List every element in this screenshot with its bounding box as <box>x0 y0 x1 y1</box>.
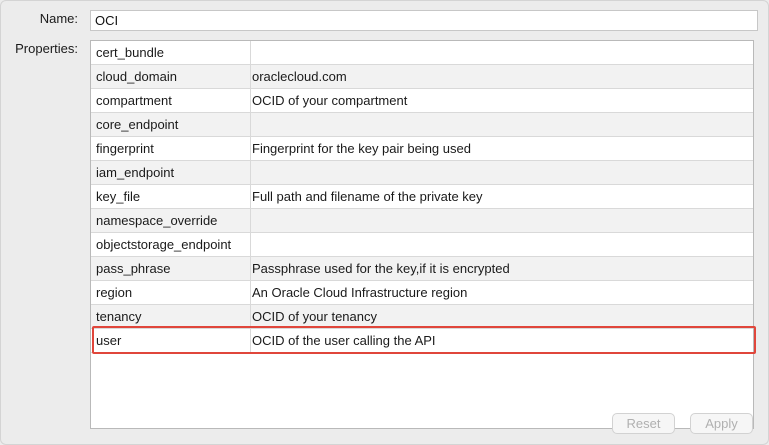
property-value[interactable]: Full path and filename of the private ke… <box>251 185 747 208</box>
property-key: cert_bundle <box>91 41 251 64</box>
property-value[interactable] <box>251 41 747 64</box>
property-key: namespace_override <box>91 209 251 232</box>
property-row-iam-endpoint[interactable]: iam_endpoint <box>91 161 753 185</box>
property-row-key-file[interactable]: key_file Full path and filename of the pr… <box>91 185 753 209</box>
property-key: objectstorage_endpoint <box>91 233 251 256</box>
property-key: core_endpoint <box>91 113 251 136</box>
property-key: key_file <box>91 185 251 208</box>
property-key: tenancy <box>91 305 251 328</box>
property-key: user <box>91 329 251 352</box>
property-key: pass_phrase <box>91 257 251 280</box>
property-key: compartment <box>91 89 251 112</box>
property-value[interactable] <box>251 209 747 232</box>
property-value[interactable] <box>251 161 747 184</box>
property-value[interactable]: OCID of the user calling the API <box>251 329 747 352</box>
property-row-objectstorage-endpoint[interactable]: objectstorage_endpoint <box>91 233 753 257</box>
property-key: cloud_domain <box>91 65 251 88</box>
name-label: Name: <box>39 11 78 26</box>
property-value[interactable] <box>251 113 747 136</box>
property-value[interactable] <box>251 233 747 256</box>
property-row-compartment[interactable]: compartment OCID of your compartment <box>91 89 753 113</box>
properties-label: Properties: <box>15 41 78 56</box>
name-input[interactable] <box>90 10 758 31</box>
property-row-pass-phrase[interactable]: pass_phrase Passphrase used for the key,i… <box>91 257 753 281</box>
property-row-tenancy[interactable]: tenancy OCID of your tenancy <box>91 305 753 329</box>
properties-table[interactable]: cert_bundle cloud_domain oraclecloud.com co… <box>90 40 754 429</box>
property-row-cloud-domain[interactable]: cloud_domain oraclecloud.com <box>91 65 753 89</box>
property-row-core-endpoint[interactable]: core_endpoint <box>91 113 753 137</box>
property-key: region <box>91 281 251 304</box>
reset-button[interactable]: Reset <box>612 413 675 434</box>
property-row-user[interactable]: user OCID of the user calling the API <box>91 329 753 353</box>
apply-button[interactable]: Apply <box>690 413 753 434</box>
property-value[interactable]: Passphrase used for the key,if it is enc… <box>251 257 747 280</box>
property-key: iam_endpoint <box>91 161 251 184</box>
property-key: fingerprint <box>91 137 251 160</box>
property-row-fingerprint[interactable]: fingerprint Fingerprint for the key pair … <box>91 137 753 161</box>
property-row-region[interactable]: region An Oracle Cloud Infrastructure reg… <box>91 281 753 305</box>
property-value[interactable]: Fingerprint for the key pair being used <box>251 137 747 160</box>
property-value[interactable]: OCID of your compartment <box>251 89 747 112</box>
property-row-cert-bundle[interactable]: cert_bundle <box>91 41 753 65</box>
property-row-namespace-override[interactable]: namespace_override <box>91 209 753 233</box>
property-value[interactable]: OCID of your tenancy <box>251 305 747 328</box>
property-value[interactable]: An Oracle Cloud Infrastructure region <box>251 281 747 304</box>
property-value[interactable]: oraclecloud.com <box>251 65 747 88</box>
